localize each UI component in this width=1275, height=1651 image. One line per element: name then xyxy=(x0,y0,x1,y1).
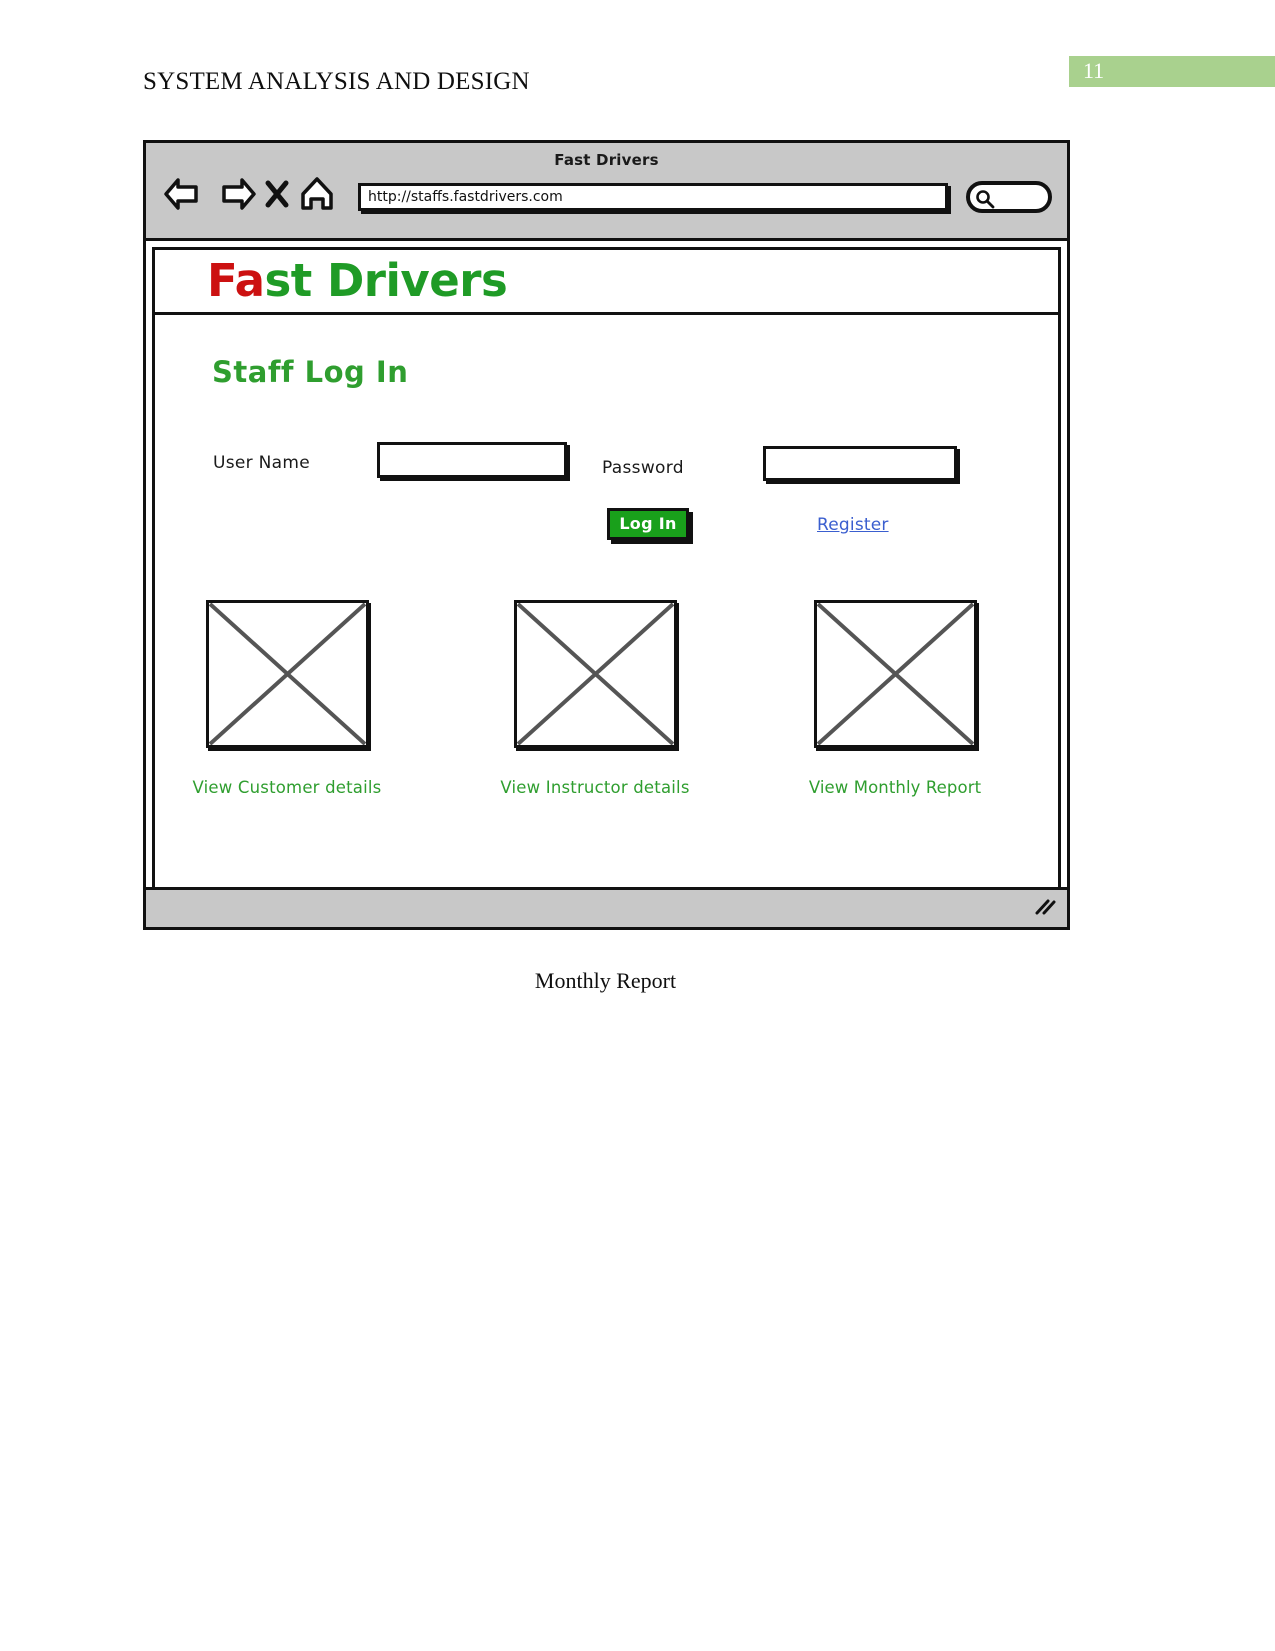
search-box[interactable] xyxy=(966,181,1052,213)
close-x-icon[interactable] xyxy=(264,177,290,216)
site-logo-part-2: st Drivers xyxy=(264,254,508,307)
url-text: http://staffs.fastdrivers.com xyxy=(368,189,563,205)
url-bar[interactable]: http://staffs.fastdrivers.com xyxy=(358,183,948,211)
tile-caption[interactable]: View Monthly Report xyxy=(795,778,995,797)
page-number-badge: 11 xyxy=(1069,56,1275,87)
site-logo-part-1: Fa xyxy=(207,254,265,307)
document-header: SYSTEM ANALYSIS AND DESIGN 11 xyxy=(0,0,1275,120)
site-header-band: Fast Drivers xyxy=(152,247,1061,315)
tile-view-instructor-details[interactable]: View Instructor details xyxy=(495,600,695,797)
forward-arrow-icon[interactable] xyxy=(214,176,256,217)
resize-grip-icon[interactable] xyxy=(1033,898,1057,921)
home-icon[interactable] xyxy=(298,175,336,218)
password-label: Password xyxy=(602,458,684,478)
password-input[interactable] xyxy=(763,446,957,481)
page-title: Staff Log In xyxy=(212,355,409,389)
tile-view-monthly-report[interactable]: View Monthly Report xyxy=(795,600,995,797)
page-content: Staff Log In User Name Password Log In R… xyxy=(152,315,1061,891)
placeholder-image-icon xyxy=(813,600,977,748)
browser-status-bar xyxy=(146,887,1067,927)
document-header-title: SYSTEM ANALYSIS AND DESIGN xyxy=(143,68,530,95)
figure-caption: Monthly Report xyxy=(534,968,677,993)
site-logo: Fast Drivers xyxy=(207,254,508,307)
feature-tiles: View Customer details View Instructor de… xyxy=(155,600,1058,840)
browser-chrome: Fast Drivers http://staffs.fastdrivers.c… xyxy=(146,143,1067,241)
placeholder-image-icon xyxy=(205,600,369,748)
login-button[interactable]: Log In xyxy=(607,508,689,540)
browser-nav-icons xyxy=(164,175,336,218)
browser-window-mockup: Fast Drivers http://staffs.fastdrivers.c… xyxy=(143,140,1070,930)
tile-caption[interactable]: View Instructor details xyxy=(495,778,695,797)
page-number-value: 11 xyxy=(1083,58,1105,83)
placeholder-image-icon xyxy=(513,600,677,748)
search-icon xyxy=(974,188,996,215)
back-arrow-icon[interactable] xyxy=(164,176,206,217)
tile-caption[interactable]: View Customer details xyxy=(187,778,387,797)
username-label: User Name xyxy=(213,453,311,473)
tile-view-customer-details[interactable]: View Customer details xyxy=(187,600,387,797)
username-input[interactable] xyxy=(377,442,567,478)
browser-window-title: Fast Drivers xyxy=(554,151,659,169)
register-link[interactable]: Register xyxy=(817,515,889,535)
